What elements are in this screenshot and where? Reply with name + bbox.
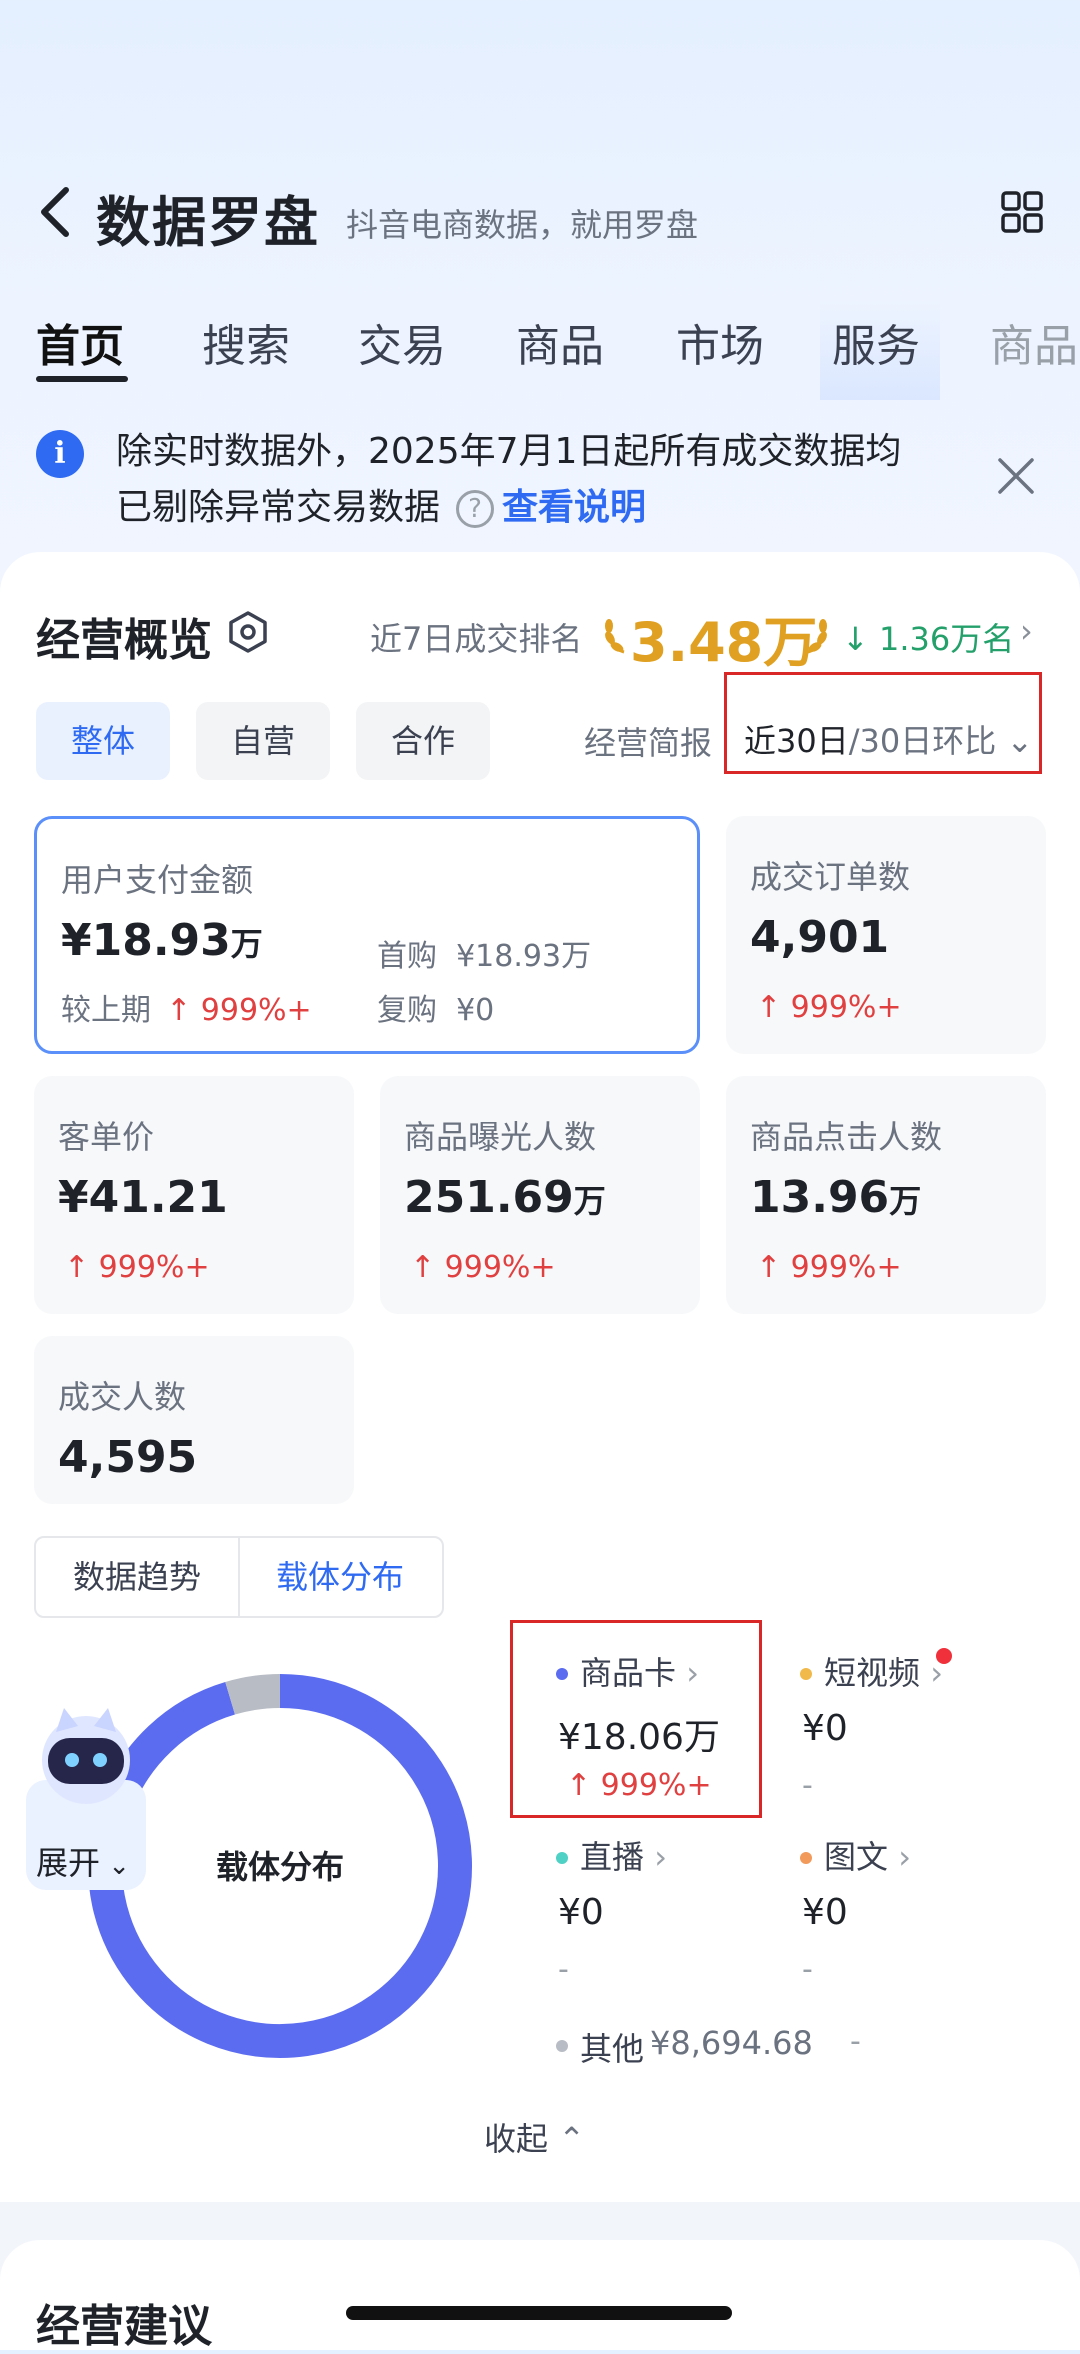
- legend-change-image-text: -: [802, 1952, 813, 1987]
- close-icon[interactable]: [996, 456, 1036, 496]
- apps-grid-icon[interactable]: [1000, 190, 1044, 234]
- notice-text: 已剔除异常交易数据: [116, 487, 441, 528]
- metric-tile-orders[interactable]: 成交订单数 4,901 ↑ 999%+: [726, 816, 1046, 1054]
- laurel-right-icon: [807, 619, 827, 654]
- metric-label: 成交订单数: [750, 858, 911, 896]
- legend-dot-live: [556, 1852, 568, 1864]
- metric-tile-exposure[interactable]: 商品曝光人数 251.69万 ↑ 999%+: [380, 1076, 700, 1314]
- repeat-purchase-label: 复购: [377, 993, 437, 1028]
- view-explanation-link[interactable]: 查看说明: [502, 487, 646, 528]
- repeat-purchase-value: ¥0: [456, 993, 495, 1028]
- rank-value: 3.48万: [630, 611, 818, 674]
- legend-value-live: ¥0: [558, 1892, 604, 1933]
- donut-center-label: 载体分布: [215, 1848, 344, 1886]
- tab-search[interactable]: 搜索: [202, 310, 290, 374]
- help-icon[interactable]: ?: [456, 490, 495, 528]
- donut-segment-other: [225, 1674, 281, 1715]
- metric-value: ¥18.93万: [61, 915, 263, 966]
- legend-change-product-card: ↑ 999%+: [566, 1768, 712, 1803]
- collapse-button[interactable]: 收起 ⌃: [484, 2114, 585, 2160]
- legend-value-image-text: ¥0: [802, 1892, 848, 1933]
- legend-value-short-video: ¥0: [802, 1708, 848, 1749]
- filter-chip-self[interactable]: 自营: [196, 702, 330, 780]
- page-subtitle: 抖音电商数据，就用罗盘: [346, 206, 699, 244]
- metric-label: 成交人数: [58, 1378, 187, 1416]
- legend-product-card[interactable]: 商品卡 ›: [580, 1648, 699, 1694]
- segment-distribution[interactable]: 载体分布: [238, 1538, 442, 1616]
- legend-change-other: -: [850, 2024, 861, 2059]
- metric-value: ¥41.21: [58, 1172, 228, 1223]
- arrow-down-icon: ↓: [842, 620, 879, 658]
- first-purchase-label: 首购: [377, 939, 437, 974]
- settings-hex-icon[interactable]: [226, 610, 270, 654]
- metric-label: 商品点击人数: [750, 1118, 943, 1156]
- legend-image-text[interactable]: 图文 ›: [824, 1832, 911, 1878]
- report-label: 经营简报: [584, 724, 713, 762]
- first-purchase-value: ¥18.93万: [456, 939, 592, 974]
- advice-title: 经营建议: [36, 2301, 212, 2352]
- legend-change-live: -: [558, 1952, 569, 1987]
- filter-chip-partner[interactable]: 合作: [356, 702, 490, 780]
- rank-change-value: 1.36万名: [878, 620, 1015, 658]
- active-tab-indicator: [36, 376, 128, 382]
- tab-trade[interactable]: 交易: [358, 310, 446, 374]
- legend-dot-image-text: [800, 1852, 812, 1864]
- tab-market[interactable]: 市场: [676, 310, 764, 374]
- laurel-left-icon: [605, 619, 625, 654]
- back-icon[interactable]: [36, 186, 76, 238]
- metric-change: ↑ 999%+: [410, 1250, 556, 1285]
- legend-dot-other: [556, 2040, 568, 2052]
- first-purchase: 首购 ¥18.93万: [377, 931, 591, 975]
- expand-button[interactable]: 展开 ⌄: [36, 1838, 130, 1884]
- home-indicator: [346, 2306, 732, 2320]
- compare-label: 较上期: [61, 993, 151, 1028]
- tab-home[interactable]: 首页: [36, 310, 124, 374]
- notice-text-line2: 已剔除异常交易数据? 查看说明: [116, 478, 646, 530]
- legend-other: 其他: [580, 2030, 645, 2068]
- chevron-up-icon: ⌃: [548, 2120, 585, 2158]
- expand-label: 展开: [36, 1844, 101, 1882]
- page-title: 数据罗盘: [96, 191, 320, 254]
- metric-label: 客单价: [58, 1118, 155, 1156]
- metric-label: 商品曝光人数: [404, 1118, 597, 1156]
- info-icon: i: [36, 430, 84, 478]
- legend-live[interactable]: 直播 ›: [580, 1832, 667, 1878]
- tab-service[interactable]: 服务: [832, 310, 920, 374]
- metric-compare: 较上期 ↑ 999%+: [61, 985, 312, 1029]
- metric-tile-buyers[interactable]: 成交人数 4,595: [34, 1336, 354, 1504]
- rank-label: 近7日成交排名: [370, 620, 583, 658]
- metric-change: ↑ 999%+: [64, 1250, 210, 1285]
- metric-tile-pay-amount[interactable]: 用户支付金额 ¥18.93万 较上期 ↑ 999%+ 首购 ¥18.93万 复购…: [34, 816, 700, 1054]
- repeat-purchase: 复购 ¥0: [377, 985, 494, 1029]
- tab-product[interactable]: 商品: [516, 310, 604, 374]
- metric-value: 13.96万: [750, 1172, 922, 1223]
- legend-value-product-card: ¥18.06万: [558, 1717, 720, 1758]
- section-title: 经营概览: [36, 615, 212, 666]
- tab-product-more[interactable]: 商品: [990, 310, 1078, 374]
- compare-change: ↑ 999%+: [166, 993, 312, 1028]
- chevron-right-icon[interactable]: ›: [1020, 612, 1033, 650]
- legend-value-other: ¥8,694.68: [650, 2024, 813, 2062]
- metric-value: 4,595: [58, 1432, 198, 1483]
- double-chevron-down-icon: ⌄: [100, 1851, 131, 1881]
- legend-change-short-video: -: [802, 1768, 813, 1803]
- legend-dot-short-video: [800, 1668, 812, 1680]
- notification-dot: [936, 1648, 952, 1664]
- legend-dot-product-card: [556, 1668, 568, 1680]
- segment-trend[interactable]: 数据趋势: [36, 1538, 240, 1616]
- filter-chip-all[interactable]: 整体: [36, 702, 170, 780]
- collapse-label: 收起: [484, 2120, 549, 2158]
- metric-change: ↑ 999%+: [756, 990, 902, 1025]
- metric-value: 4,901: [750, 912, 890, 963]
- metric-tile-aov[interactable]: 客单价 ¥41.21 ↑ 999%+: [34, 1076, 354, 1314]
- metric-label: 用户支付金额: [61, 861, 254, 899]
- rank-change: ↓ 1.36万名: [842, 614, 1014, 660]
- highlight-box-period: [724, 672, 1042, 774]
- legend-short-video[interactable]: 短视频 ›: [824, 1648, 943, 1694]
- notice-text-line1: 除实时数据外，2025年7月1日起所有成交数据均: [116, 431, 902, 472]
- metric-change: ↑ 999%+: [756, 1250, 902, 1285]
- metric-tile-clicks[interactable]: 商品点击人数 13.96万 ↑ 999%+: [726, 1076, 1046, 1314]
- main-tabs: 首页 搜索 交易 商品 市场 服务 商品: [0, 300, 1080, 400]
- metric-value: 251.69万: [404, 1172, 606, 1223]
